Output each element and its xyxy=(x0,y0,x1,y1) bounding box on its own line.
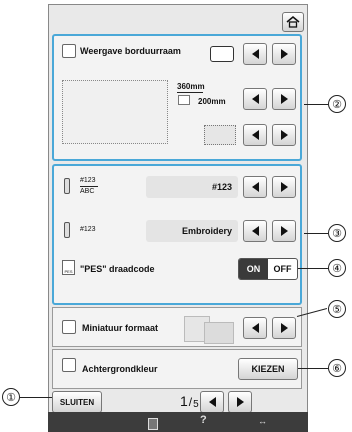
callout-6-line xyxy=(298,368,328,369)
page-total: 5 xyxy=(193,399,199,410)
home-icon xyxy=(286,16,300,28)
frame-shape-preview xyxy=(210,46,234,62)
frame-display-label: Weergave borduurraam xyxy=(80,46,181,56)
background-color-icon xyxy=(62,358,76,372)
background-color-label: Achtergrondkleur xyxy=(82,364,158,374)
thumbnail-size-preview-small xyxy=(204,322,234,344)
page-indicator: 1 / 5 xyxy=(180,393,199,410)
thumbnail-size-label: Miniatuur formaat xyxy=(82,323,159,333)
pes-thread-code-label: "PES" draadcode xyxy=(80,264,155,274)
pes-off-option[interactable]: OFF xyxy=(268,259,297,279)
thread-number-value: #123 xyxy=(146,176,238,198)
grid-prev-button[interactable] xyxy=(243,124,267,146)
frame-size-next-button[interactable] xyxy=(272,88,296,110)
thread-brand-next-button[interactable] xyxy=(272,220,296,242)
thread-brand-code: #123 xyxy=(80,226,96,233)
home-button[interactable] xyxy=(282,12,304,32)
callout-1: ① xyxy=(2,388,20,406)
close-button[interactable]: SLUITEN xyxy=(52,391,102,413)
pes-on-option[interactable]: ON xyxy=(239,259,268,279)
page-prev-button[interactable] xyxy=(200,391,224,413)
callout-2: ② xyxy=(328,95,346,113)
callout-3-line xyxy=(304,233,328,234)
frame-icon xyxy=(62,44,76,58)
pes-file-icon: PES xyxy=(62,260,75,275)
frame-size-icon xyxy=(178,95,190,105)
thread-code-top: #123 xyxy=(80,177,96,184)
callout-5: ⑤ xyxy=(328,300,346,318)
thread-number-prev-button[interactable] xyxy=(243,176,267,198)
thread-brand-value: Embroidery xyxy=(146,220,238,242)
thread-code-bottom: ABC xyxy=(80,188,95,195)
frame-height-text: 200mm xyxy=(198,97,226,106)
choose-background-button[interactable]: KIEZEN xyxy=(238,358,298,380)
callout-4: ④ xyxy=(328,259,346,277)
thread-brand-prev-button[interactable] xyxy=(243,220,267,242)
frame-display-prev-button[interactable] xyxy=(243,43,267,65)
frame-preview-box xyxy=(62,80,168,144)
page-current: 1 xyxy=(180,393,188,409)
thread-number-next-button[interactable] xyxy=(272,176,296,198)
page-separator: / xyxy=(188,395,193,409)
thumbnail-next-button[interactable] xyxy=(272,317,296,339)
grid-preview xyxy=(204,125,236,145)
frame-display-next-button[interactable] xyxy=(272,43,296,65)
pes-on-off-toggle[interactable]: ON OFF xyxy=(238,258,298,280)
thread-spool-icon xyxy=(64,178,70,194)
page-next-button[interactable] xyxy=(228,391,252,413)
callout-2-line xyxy=(304,104,328,105)
callout-1-line xyxy=(20,397,52,398)
document-icon[interactable] xyxy=(148,418,158,430)
thumbnail-prev-button[interactable] xyxy=(243,317,267,339)
help-icon[interactable]: ? xyxy=(200,414,207,426)
callout-4-line xyxy=(298,268,328,269)
callout-3: ③ xyxy=(328,224,346,242)
machine-bottom-bar xyxy=(48,412,308,432)
frame-width-dimension-line xyxy=(177,92,203,93)
frame-width-text: 360mm xyxy=(177,82,205,91)
thread-code-divider xyxy=(80,186,98,187)
frame-move-icon[interactable]: ↔ xyxy=(258,416,267,426)
grid-next-button[interactable] xyxy=(272,124,296,146)
frame-size-prev-button[interactable] xyxy=(243,88,267,110)
thumbnail-icon xyxy=(62,320,76,334)
callout-6: ⑥ xyxy=(328,359,346,377)
thread-brand-spool-icon xyxy=(64,222,70,238)
